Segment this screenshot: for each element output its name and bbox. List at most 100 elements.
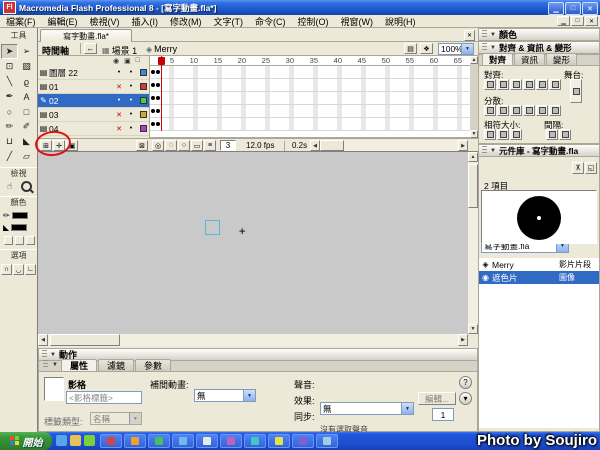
delete-layer-button[interactable]: ⊠ <box>136 140 148 151</box>
line-tool[interactable]: ╲ <box>1 74 18 89</box>
distribute-hcenter-button[interactable] <box>536 105 548 116</box>
library-item-mask[interactable]: ◉ 遮色片 圖像 <box>479 271 599 284</box>
space-vertically-button[interactable] <box>546 129 558 140</box>
layer-visibility-toggle[interactable]: ✕ <box>113 83 125 91</box>
scroll-up-arrow[interactable]: ▲ <box>468 152 478 162</box>
selection-tool[interactable]: ➤ <box>1 44 18 59</box>
default-colors-button[interactable] <box>4 236 13 245</box>
timeline-frames[interactable] <box>150 66 470 131</box>
layer-lock-toggle[interactable]: • <box>125 125 137 132</box>
menu-item[interactable]: 檢視(V) <box>84 15 126 28</box>
to-stage-button[interactable] <box>570 79 582 103</box>
pen-tool[interactable]: ✒ <box>1 89 18 104</box>
quick-launch-1[interactable] <box>56 435 67 446</box>
collapse-triangle-icon[interactable]: ▼ <box>52 362 58 368</box>
stroke-color-swatch[interactable] <box>11 212 28 219</box>
layer-lock-toggle[interactable]: • <box>125 111 137 118</box>
snap-to-objects-button[interactable]: ∩ <box>1 264 12 275</box>
modify-onion-markers-button[interactable]: ≡ <box>204 140 216 151</box>
stage-horizontal-scrollbar[interactable]: ◀ ▶ <box>38 334 468 346</box>
layer-outline-color[interactable] <box>139 125 147 132</box>
align-tab[interactable]: 變形 <box>546 53 578 65</box>
align-horizontal-center-button[interactable] <box>497 79 509 90</box>
start-button[interactable]: 開始 <box>0 432 52 450</box>
text-tool[interactable]: A <box>18 89 35 104</box>
doc-close-button[interactable]: ✕ <box>585 16 598 26</box>
stage-vertical-scrollbar[interactable]: ▲ ▼ <box>468 152 478 334</box>
timeline-scroll-left-arrow[interactable]: ◀ <box>310 140 320 151</box>
edit-effect-button[interactable]: 編輯... <box>418 392 456 405</box>
keyframe-dot[interactable] <box>151 109 155 113</box>
distribute-vcenter-button[interactable] <box>497 105 509 116</box>
align-top-edge-button[interactable] <box>523 79 535 90</box>
center-frame-button[interactable]: ◎ <box>152 140 164 151</box>
swap-colors-button[interactable] <box>26 236 35 245</box>
task-button-9[interactable] <box>292 434 314 448</box>
scroll-right-arrow[interactable]: ▶ <box>458 334 468 346</box>
layer-visibility-toggle[interactable]: ✕ <box>113 111 125 119</box>
layer-lock-toggle[interactable]: • <box>125 69 137 76</box>
align-tab[interactable]: 對齊 <box>482 53 514 65</box>
tween-select[interactable]: 無 ▼ <box>194 389 256 402</box>
layer-name[interactable]: 01 <box>49 82 113 92</box>
scroll-up-arrow[interactable]: ▲ <box>470 56 478 64</box>
menu-item[interactable]: 視窗(W) <box>335 15 380 28</box>
keyframe-dot[interactable] <box>156 70 160 74</box>
align-vertical-center-button[interactable] <box>536 79 548 90</box>
free-transform-tool[interactable]: ⊡ <box>1 59 18 74</box>
panel-grip[interactable] <box>482 43 487 52</box>
subselection-tool[interactable]: ➢ <box>18 44 35 59</box>
panel-grip[interactable] <box>482 146 487 155</box>
lasso-tool[interactable]: ϱ <box>18 74 35 89</box>
onion-skin-outlines-button[interactable]: ○ <box>178 140 190 151</box>
layer-lock-toggle[interactable]: • <box>125 83 137 90</box>
keyframe-dot[interactable] <box>151 96 155 100</box>
task-button-7[interactable] <box>244 434 266 448</box>
layer-row-02[interactable]: ✎ 02 • • <box>38 94 149 108</box>
keyframe-dot[interactable] <box>151 83 155 87</box>
pencil-tool[interactable]: ✏ <box>1 119 18 134</box>
menu-item[interactable]: 命令(C) <box>249 15 292 28</box>
doc-minimize-button[interactable]: ▁ <box>557 16 570 26</box>
keyframe-dot[interactable] <box>156 96 160 100</box>
quick-launch-2[interactable] <box>70 435 81 446</box>
pin-library-button[interactable]: ⊼ <box>572 162 584 174</box>
hand-tool[interactable]: ☝ <box>1 179 18 194</box>
layer-row-03[interactable]: ▤ 03 ✕ • <box>38 108 149 122</box>
task-button-1[interactable] <box>100 434 122 448</box>
label-type-select[interactable]: 名稱 ▼ <box>90 412 142 425</box>
sound-select[interactable]: 無 ▼ <box>320 402 414 415</box>
panel-grip[interactable] <box>43 360 48 369</box>
layer-outline-color[interactable] <box>139 69 147 76</box>
layer-lock-toggle[interactable]: • <box>125 97 137 104</box>
menu-item[interactable]: 插入(I) <box>126 15 165 28</box>
properties-tab[interactable]: 濾鏡 <box>97 359 134 371</box>
straighten-button[interactable]: ∟ <box>25 264 36 275</box>
match-width-height-button[interactable] <box>510 129 522 140</box>
match-width-button[interactable] <box>484 129 496 140</box>
layer-visibility-toggle[interactable]: • <box>113 69 125 76</box>
distribute-right-button[interactable] <box>549 105 561 116</box>
task-button-8[interactable] <box>268 434 290 448</box>
menu-item[interactable]: 控制(O) <box>292 15 335 28</box>
task-button-2[interactable] <box>124 434 146 448</box>
menu-item[interactable]: 說明(H) <box>379 15 422 28</box>
menu-item[interactable]: 編輯(E) <box>42 15 84 28</box>
align-right-edge-button[interactable] <box>510 79 522 90</box>
library-item-name[interactable]: 遮色片 <box>492 272 559 284</box>
oval-tool[interactable]: ○ <box>1 104 18 119</box>
timeline-vertical-scrollbar[interactable]: ▲ ▼ <box>470 56 478 138</box>
show-hide-all-layers-icon[interactable]: ◉ <box>113 57 119 66</box>
minimize-button[interactable]: ▁ <box>548 2 564 15</box>
document-close-button[interactable]: ✕ <box>464 30 475 41</box>
zoom-select[interactable]: 100% ▼ <box>438 43 474 55</box>
outline-all-layers-icon[interactable]: □ <box>136 57 140 66</box>
task-button-10[interactable] <box>316 434 338 448</box>
close-button[interactable]: ✕ <box>582 2 598 15</box>
fill-color-swatch[interactable] <box>11 224 28 231</box>
doc-restore-button[interactable]: □ <box>571 16 584 26</box>
ink-bottle-tool[interactable]: ⊔ <box>1 134 18 149</box>
task-button-6[interactable] <box>220 434 242 448</box>
library-panel-header[interactable]: ▼ 元件庫 - 寫字動畫.fla <box>478 144 600 157</box>
task-button-4[interactable] <box>172 434 194 448</box>
